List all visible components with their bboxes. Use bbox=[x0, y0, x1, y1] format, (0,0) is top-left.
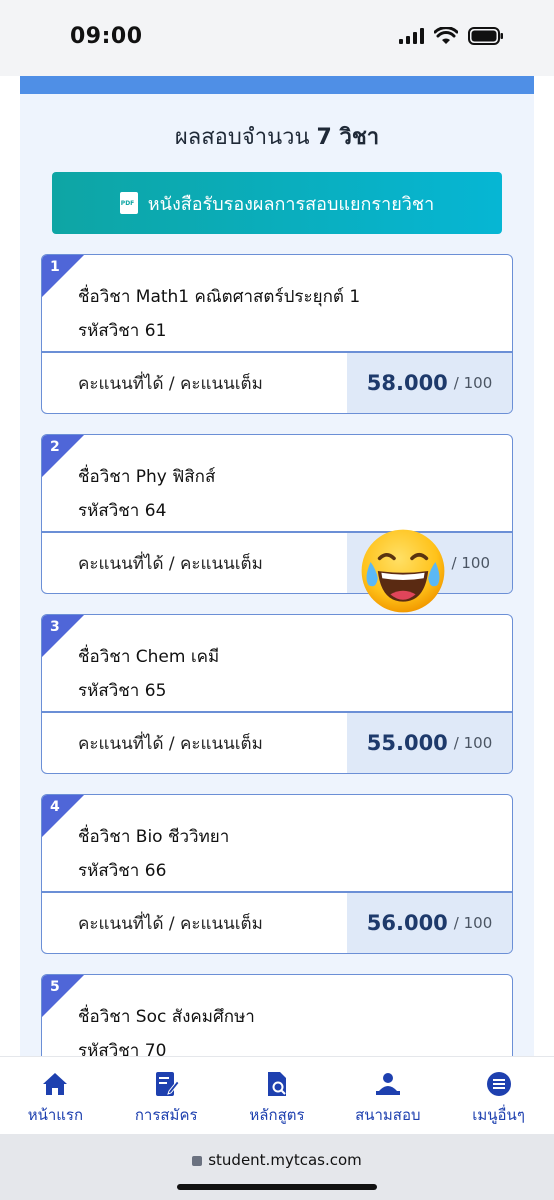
status-icons bbox=[399, 27, 504, 45]
exam-venue-icon bbox=[375, 1073, 400, 1095]
nav-label: เมนูอื่นๆ bbox=[472, 1106, 525, 1124]
nav-label: การสมัคร bbox=[134, 1106, 198, 1124]
certificate-button-label: หนังสือรับรองผลการสอบแยกรายวิชา bbox=[147, 193, 435, 215]
application-icon bbox=[156, 1072, 180, 1096]
nav-item-more[interactable]: เมนูอื่นๆ bbox=[443, 1057, 554, 1134]
nav-item-application[interactable]: การสมัคร bbox=[111, 1057, 222, 1134]
more-menu-icon bbox=[486, 1072, 511, 1096]
score-value: 58.000 bbox=[366, 371, 448, 395]
subject-card: 5 ชื่อวิชา Soc สังคมศึกษา รหัสวิชา 70 bbox=[41, 974, 513, 1056]
results-panel: ผลสอบจำนวน 7 วิชา หนังสือรับรองผลการสอบแ… bbox=[20, 76, 534, 1056]
subject-name: ชื่อวิชา Phy ฟิสิกส์ bbox=[78, 467, 216, 487]
subject-code: รหัสวิชา 61 bbox=[78, 321, 167, 341]
score-label: คะแนนที่ได้ / คะแนนเต็ม bbox=[78, 734, 263, 754]
heading-text: ผลสอบจำนวน bbox=[174, 125, 310, 150]
bottom-nav: หน้าแรก การสมัคร หลักสูตร สนามสอบ เมนูอื… bbox=[0, 1056, 554, 1134]
battery-icon bbox=[468, 27, 504, 45]
score-label: คะแนนที่ได้ / คะแนนเต็ม bbox=[78, 374, 263, 394]
subject-name: ชื่อวิชา Bio ชีววิทยา bbox=[78, 827, 230, 847]
score-full: / 100 bbox=[453, 374, 493, 392]
nav-label: สนามสอบ bbox=[355, 1106, 421, 1124]
score-value: 56.000 bbox=[366, 911, 448, 935]
heading-count: 7 วิชา bbox=[316, 125, 380, 150]
results-heading: ผลสอบจำนวน 7 วิชา bbox=[20, 119, 534, 154]
score-box: 56.000 / 100 bbox=[347, 892, 512, 953]
subject-name: ชื่อวิชา Soc สังคมศึกษา bbox=[78, 1007, 255, 1027]
score-label: คะแนนที่ได้ / คะแนนเต็ม bbox=[78, 914, 263, 934]
subject-number: 5 bbox=[50, 979, 60, 995]
subject-code: รหัสวิชา 70 bbox=[78, 1041, 167, 1056]
laughing-emoji-icon bbox=[361, 529, 445, 613]
nav-label: หลักสูตร bbox=[249, 1106, 305, 1124]
subject-name: ชื่อวิชา Chem เคมี bbox=[78, 647, 220, 667]
subject-name: ชื่อวิชา Math1 คณิตศาสตร์ประยุกต์ 1 bbox=[78, 287, 361, 307]
score-box: 58.000 / 100 bbox=[347, 352, 512, 413]
subject-number: 3 bbox=[50, 619, 60, 635]
browser-url-bar[interactable]: student.mytcas.com bbox=[0, 1134, 554, 1200]
score-full: / 100 bbox=[451, 554, 490, 572]
subject-number: 1 bbox=[50, 259, 60, 275]
subject-card: 1 ชื่อวิชา Math1 คณิตศาสตร์ประยุกต์ 1 รห… bbox=[41, 254, 513, 414]
subject-card: 3 ชื่อวิชา Chem เคมี รหัสวิชา 65 คะแนนที… bbox=[41, 614, 513, 774]
nav-item-courses[interactable]: หลักสูตร bbox=[222, 1057, 333, 1134]
pdf-icon bbox=[119, 192, 138, 214]
score-full: / 100 bbox=[453, 734, 493, 752]
lock-icon bbox=[192, 1155, 203, 1166]
top-strip bbox=[20, 76, 534, 94]
score-value: 55.000 bbox=[366, 731, 448, 755]
nav-item-exam-venue[interactable]: สนามสอบ bbox=[332, 1057, 443, 1134]
subject-card: 4 ชื่อวิชา Bio ชีววิทยา รหัสวิชา 66 คะแน… bbox=[41, 794, 513, 954]
status-bar: 09:00 bbox=[0, 0, 554, 76]
subject-number: 2 bbox=[50, 439, 60, 455]
subject-code: รหัสวิชา 66 bbox=[78, 861, 167, 881]
score-full: / 100 bbox=[453, 914, 493, 932]
url-text: student.mytcas.com bbox=[208, 1151, 362, 1169]
nav-item-home[interactable]: หน้าแรก bbox=[0, 1057, 111, 1134]
subject-code: รหัสวิชา 64 bbox=[78, 501, 167, 521]
home-indicator[interactable] bbox=[177, 1184, 377, 1190]
score-box: 55.000 / 100 bbox=[347, 712, 512, 773]
subject-code: รหัสวิชา 65 bbox=[78, 681, 167, 701]
wifi-icon bbox=[434, 27, 458, 45]
home-icon bbox=[43, 1073, 68, 1095]
url-display[interactable]: student.mytcas.com bbox=[0, 1151, 554, 1169]
nav-label: หน้าแรก bbox=[27, 1106, 84, 1124]
score-label: คะแนนที่ได้ / คะแนนเต็ม bbox=[78, 554, 263, 574]
signal-icon bbox=[399, 28, 424, 44]
subject-number: 4 bbox=[50, 799, 60, 815]
certificate-button[interactable]: หนังสือรับรองผลการสอบแยกรายวิชา bbox=[52, 172, 502, 234]
course-search-icon bbox=[267, 1072, 286, 1096]
status-time: 09:00 bbox=[70, 24, 143, 49]
